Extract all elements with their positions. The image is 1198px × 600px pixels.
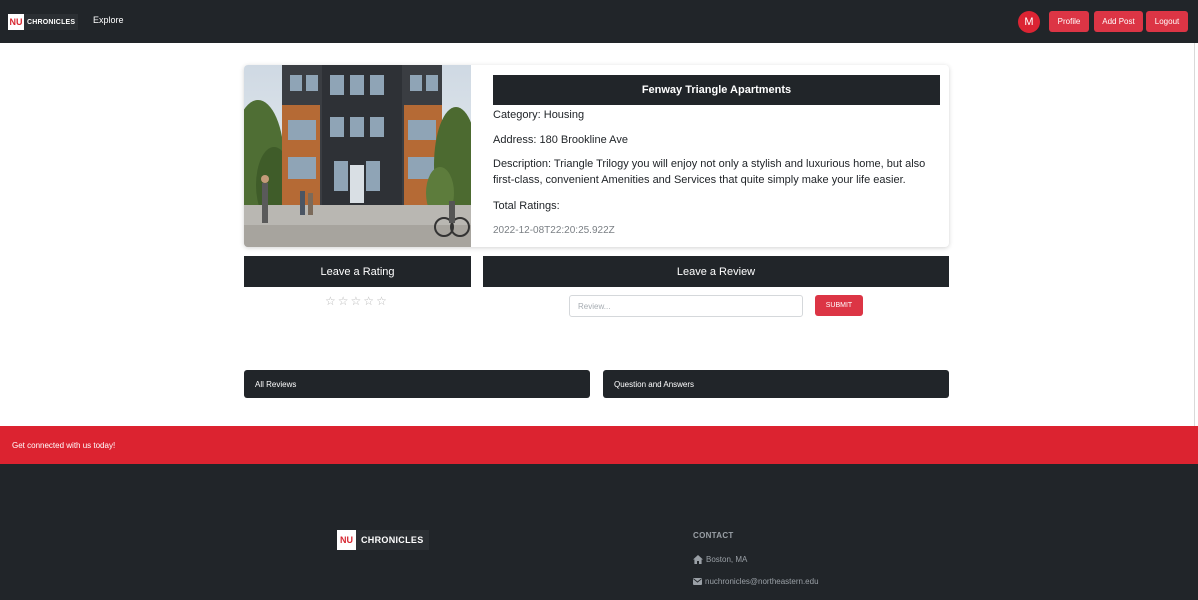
star-4-icon[interactable]: ☆	[363, 294, 374, 308]
leave-rating-header: Leave a Rating	[244, 256, 471, 287]
envelope-icon	[693, 578, 702, 585]
home-icon	[693, 555, 703, 564]
contact-location: Boston, MA	[693, 555, 747, 564]
review-input[interactable]	[569, 295, 803, 317]
footer-brand-nu: NU	[337, 530, 356, 550]
building-photo-icon	[244, 65, 471, 247]
post-card: Fenway Triangle Apartments Category: Hou…	[244, 65, 949, 247]
submit-review-button[interactable]: SUBMIT	[815, 295, 863, 316]
contact-heading: CONTACT	[693, 531, 734, 540]
all-reviews-tab[interactable]: All Reviews	[244, 370, 590, 398]
nav-explore-link[interactable]: Explore	[93, 15, 124, 25]
post-description: Description: Triangle Trilogy you will e…	[493, 158, 926, 186]
post-address: Address: 180 Brookline Ave	[493, 134, 628, 146]
post-title: Fenway Triangle Apartments	[493, 75, 940, 105]
profile-button[interactable]: Profile	[1049, 11, 1089, 32]
star-5-icon[interactable]: ☆	[376, 294, 387, 308]
brand-logo-name: CHRONICLES	[27, 18, 76, 26]
post-timestamp: 2022-12-08T22:20:25.922Z	[493, 225, 615, 236]
scrollbar-edge	[1194, 43, 1195, 426]
post-total-ratings: Total Ratings:	[493, 200, 560, 212]
footer-brand-logo[interactable]: NU CHRONICLES	[337, 530, 429, 550]
brand-logo[interactable]: NU CHRONICLES	[8, 14, 79, 30]
site-footer: NU CHRONICLES CONTACT Boston, MA nuchron…	[0, 464, 1198, 600]
star-rating: ☆ ☆ ☆ ☆ ☆	[325, 294, 387, 308]
post-category: Category: Housing	[493, 109, 585, 121]
question-answers-tab[interactable]: Question and Answers	[603, 370, 949, 398]
footer-brand-name: CHRONICLES	[361, 535, 424, 545]
location-text: Boston, MA	[706, 555, 748, 564]
star-2-icon[interactable]: ☆	[338, 294, 349, 308]
email-text[interactable]: nuchronicles@northeastern.edu	[705, 577, 819, 586]
user-avatar[interactable]: M	[1018, 11, 1040, 33]
leave-review-header: Leave a Review	[483, 256, 949, 287]
contact-email: nuchronicles@northeastern.edu	[693, 577, 819, 586]
logout-button[interactable]: Logout	[1146, 11, 1188, 32]
top-navbar: NU CHRONICLES Explore M Profile Add Post…	[0, 0, 1198, 43]
star-1-icon[interactable]: ☆	[325, 294, 336, 308]
connect-banner: Get connected with us today!	[0, 426, 1198, 464]
add-post-button[interactable]: Add Post	[1094, 11, 1143, 32]
brand-logo-nu: NU	[8, 14, 24, 30]
star-3-icon[interactable]: ☆	[351, 294, 362, 308]
